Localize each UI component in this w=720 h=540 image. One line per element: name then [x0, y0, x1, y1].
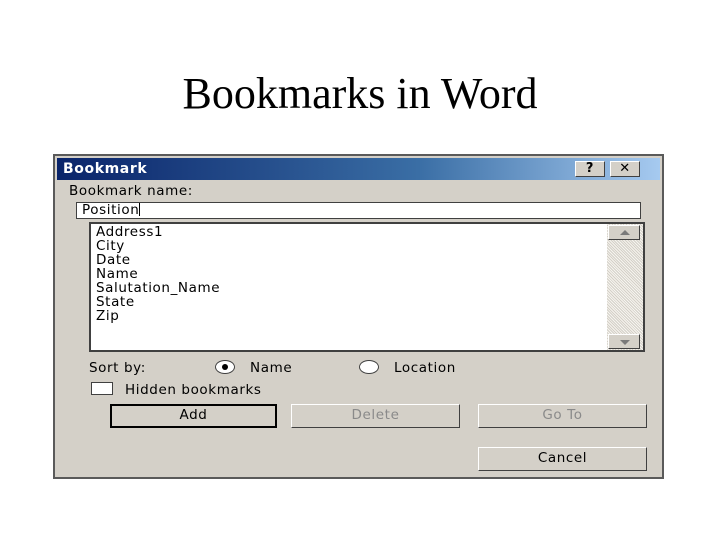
dialog-title: Bookmark	[63, 161, 148, 177]
add-button[interactable]: Add	[110, 404, 277, 428]
slide-title: Bookmarks in Word	[182, 69, 538, 118]
dialog-titlebar[interactable]: Bookmark ? ✕	[57, 158, 660, 180]
bookmark-name-label: Bookmark name:	[69, 183, 193, 199]
sort-name-label[interactable]: Name	[250, 360, 292, 376]
list-item[interactable]: Address1	[96, 225, 220, 239]
arrow-up-icon	[620, 230, 630, 235]
text-cursor	[139, 203, 141, 216]
close-button[interactable]: ✕	[610, 161, 640, 177]
list-item[interactable]: Zip	[96, 309, 220, 323]
bookmark-dialog: Bookmark ? ✕ Bookmark name: Position Add…	[53, 154, 664, 479]
hidden-bookmarks-label[interactable]: Hidden bookmarks	[125, 382, 262, 398]
list-item[interactable]: State	[96, 295, 220, 309]
bookmark-list: Address1 City Date Name Salutation_Name …	[96, 225, 220, 323]
sort-location-label[interactable]: Location	[394, 360, 456, 376]
list-item[interactable]: City	[96, 239, 220, 253]
scroll-up-button[interactable]	[608, 225, 640, 240]
list-scrollbar[interactable]	[607, 224, 643, 350]
arrow-down-icon	[620, 340, 630, 345]
sort-name-radio[interactable]	[215, 360, 235, 374]
bookmark-name-input[interactable]: Position	[76, 202, 641, 219]
bookmark-name-value: Position	[82, 202, 140, 218]
goto-button[interactable]: Go To	[478, 404, 647, 428]
bookmark-listbox[interactable]: Address1 City Date Name Salutation_Name …	[89, 222, 645, 352]
sort-location-radio[interactable]	[359, 360, 379, 374]
hidden-bookmarks-checkbox[interactable]	[91, 382, 113, 395]
cancel-button[interactable]: Cancel	[478, 447, 647, 471]
scroll-down-button[interactable]	[608, 334, 640, 349]
sort-by-label: Sort by:	[89, 360, 146, 376]
list-item[interactable]: Date	[96, 253, 220, 267]
delete-button[interactable]: Delete	[291, 404, 460, 428]
help-button[interactable]: ?	[575, 161, 605, 177]
list-item[interactable]: Name	[96, 267, 220, 281]
list-item[interactable]: Salutation_Name	[96, 281, 220, 295]
